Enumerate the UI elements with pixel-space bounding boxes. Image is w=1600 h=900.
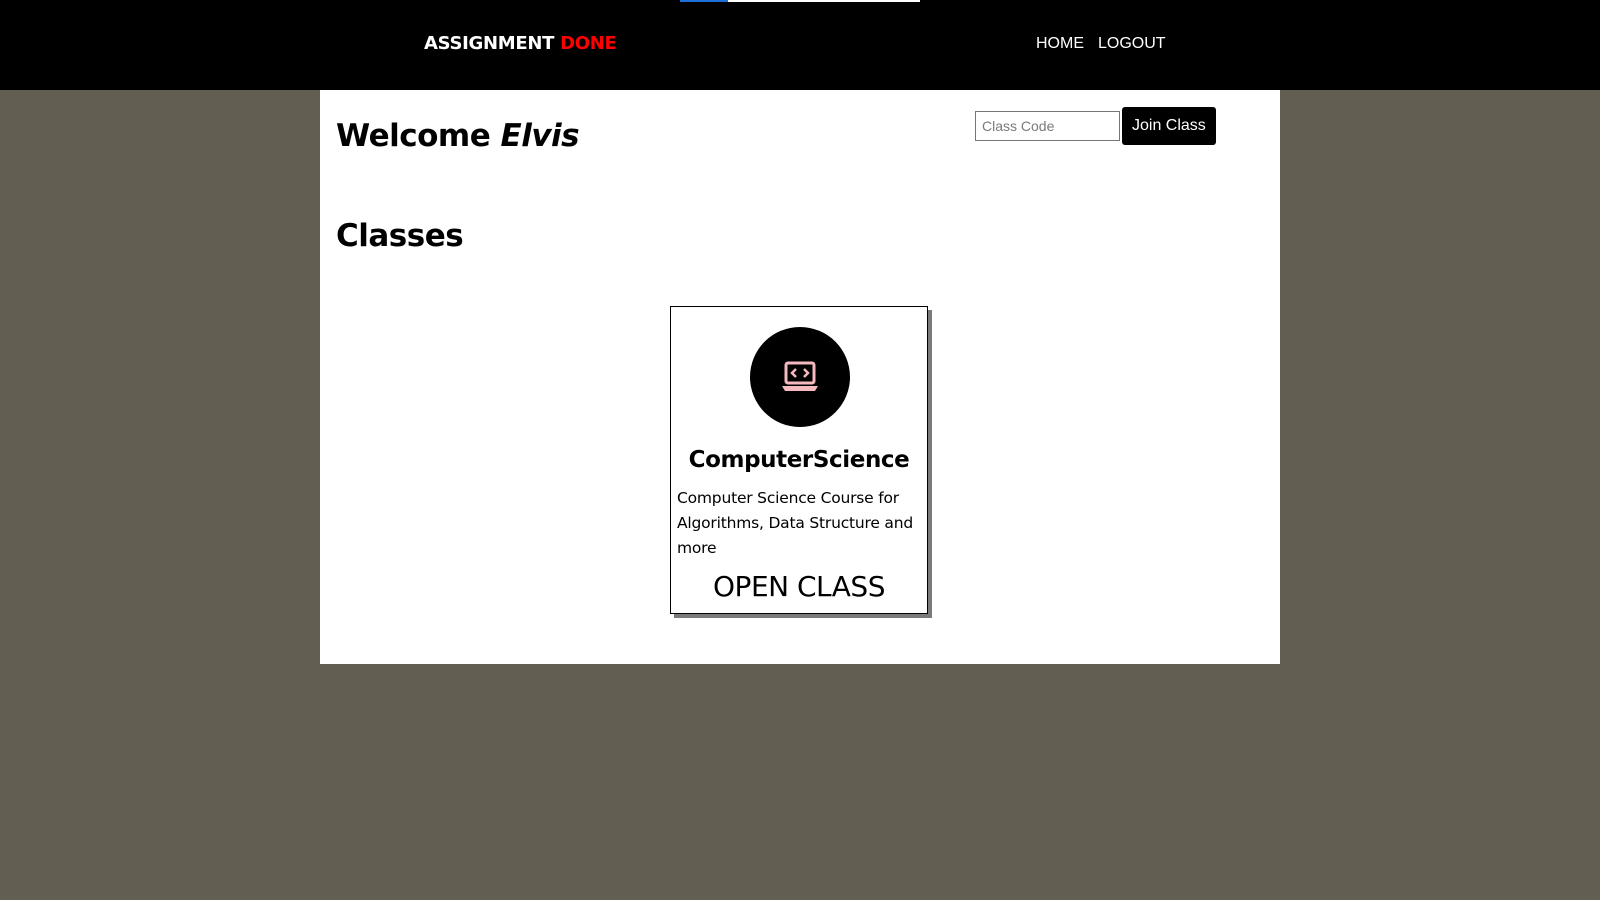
navbar: ASSIGNMENT DONE HOME LOGOUT xyxy=(0,0,1600,90)
classes-heading: Classes xyxy=(336,218,464,254)
class-description: Computer Science Course for Algorithms, … xyxy=(677,489,913,557)
open-class-button[interactable]: OPEN CLASS xyxy=(671,570,927,603)
nav-links: HOME LOGOUT xyxy=(1036,35,1166,53)
brand-logo[interactable]: ASSIGNMENT DONE xyxy=(424,33,617,54)
brand-accent: DONE xyxy=(560,33,617,54)
class-icon-circle xyxy=(750,327,850,427)
join-class-button[interactable]: Join Class xyxy=(1122,107,1216,145)
class-code-input[interactable] xyxy=(975,111,1120,141)
nav-logout-link[interactable]: LOGOUT xyxy=(1098,35,1166,53)
class-title: ComputerScience xyxy=(688,447,910,473)
welcome-prefix: Welcome xyxy=(336,118,491,154)
class-card: ComputerScience Computer Science Course … xyxy=(670,306,928,614)
nav-home-link[interactable]: HOME xyxy=(1036,35,1084,53)
page-loading-bar xyxy=(680,0,920,2)
welcome-heading: Welcome Elvis xyxy=(336,118,580,154)
brand-primary: ASSIGNMENT xyxy=(424,33,555,54)
laptop-code-icon xyxy=(782,361,818,391)
join-class-form: Join Class xyxy=(975,107,1216,145)
main-content: Welcome Elvis Join Class Classes Compute… xyxy=(320,90,1280,664)
page-loading-bar-fill xyxy=(680,0,728,2)
welcome-user-name: Elvis xyxy=(500,118,580,154)
